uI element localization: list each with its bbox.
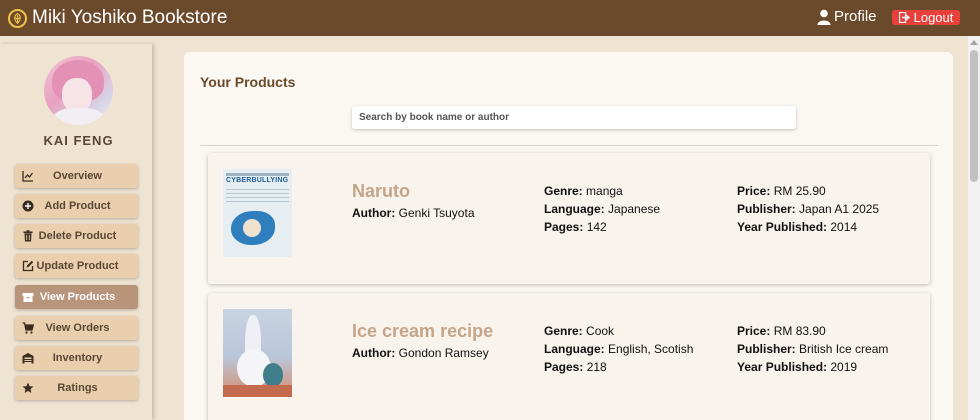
products-panel: Your Products CYBERBULLYING Naruto Autho…	[184, 52, 953, 420]
genre-label: Genre:	[544, 324, 583, 338]
sidebar-item-view-orders[interactable]: View Orders	[15, 316, 138, 340]
logout-button[interactable]: Logout	[892, 10, 960, 25]
book-cover[interactable]	[223, 309, 292, 397]
avatar	[44, 56, 113, 125]
author-value: Gondon Ramsey	[398, 346, 489, 360]
page-scrollbar[interactable]	[968, 36, 980, 420]
author-value: Genki Tsuyota	[398, 206, 475, 220]
price-label: Price:	[737, 324, 771, 338]
scroll-up-arrow-icon[interactable]	[970, 40, 978, 45]
author-label: Author:	[352, 206, 396, 220]
top-navbar: Miki Yoshiko Bookstore Profile Logout	[0, 0, 980, 36]
book-author: Author: Gondon Ramsey	[352, 344, 489, 362]
year-label: Year Published:	[737, 220, 828, 234]
price-value: RM 25.90	[773, 184, 826, 198]
sidebar-item-add-product[interactable]: Add Product	[15, 194, 138, 218]
language-label: Language:	[544, 202, 605, 216]
user-name: KAI FENG	[43, 133, 114, 148]
brand[interactable]: Miki Yoshiko Bookstore	[8, 7, 227, 29]
language-label: Language:	[544, 342, 605, 356]
plus-circle-icon	[22, 200, 34, 212]
scrollbar-thumb[interactable]	[970, 50, 978, 182]
sidebar: KAI FENG Overview Add Product Delete Pro…	[0, 44, 152, 420]
box-icon	[22, 291, 34, 303]
chart-line-icon	[22, 170, 34, 182]
book-cover[interactable]: CYBERBULLYING	[223, 169, 292, 257]
year-label: Year Published:	[737, 360, 828, 374]
profile-label: Profile	[834, 8, 877, 25]
logout-icon	[898, 12, 910, 23]
product-card[interactable]: Ice cream recipe Author: Gondon Ramsey G…	[208, 293, 930, 420]
user-icon	[817, 9, 831, 25]
sidebar-item-update-product[interactable]: Update Product	[15, 254, 138, 278]
publisher-value: British Ice cream	[799, 342, 889, 356]
page-title: Your Products	[200, 74, 296, 90]
sidebar-item-delete-product[interactable]: Delete Product	[15, 224, 138, 248]
genre-label: Genre:	[544, 184, 583, 198]
edit-icon	[22, 260, 34, 272]
book-title[interactable]: Ice cream recipe	[352, 321, 493, 342]
leaf-icon	[8, 8, 27, 28]
pages-label: Pages:	[544, 220, 584, 234]
star-icon	[22, 382, 34, 394]
profile-link[interactable]: Profile	[817, 8, 877, 25]
divider	[200, 145, 938, 146]
sidebar-item-inventory[interactable]: Inventory	[15, 346, 138, 370]
book-title[interactable]: Naruto	[352, 181, 410, 202]
cart-icon	[22, 322, 34, 334]
author-label: Author:	[352, 346, 396, 360]
genre-value: Cook	[586, 324, 615, 338]
book-author: Author: Genki Tsuyota	[352, 204, 475, 222]
publisher-value: Japan A1 2025	[799, 202, 880, 216]
product-card[interactable]: CYBERBULLYING Naruto Author: Genki Tsuyo…	[208, 153, 930, 284]
language-value: English, Scotish	[608, 342, 694, 356]
language-value: Japanese	[608, 202, 661, 216]
logout-label: Logout	[913, 10, 954, 25]
book-details: Genre: manga Language: Japanese Pages: 1…	[544, 182, 660, 236]
pages-value: 218	[586, 360, 607, 374]
search-input[interactable]	[352, 106, 796, 129]
book-sales-info: Price: RM 83.90 Publisher: British Ice c…	[737, 322, 888, 376]
year-value: 2019	[830, 360, 858, 374]
publisher-label: Publisher:	[737, 342, 796, 356]
pages-label: Pages:	[544, 360, 584, 374]
sidebar-item-view-products[interactable]: View Products	[15, 285, 138, 309]
year-value: 2014	[830, 220, 858, 234]
price-label: Price:	[737, 184, 771, 198]
app-title: Miki Yoshiko Bookstore	[32, 7, 228, 28]
sidebar-item-ratings[interactable]: Ratings	[15, 376, 138, 400]
price-value: RM 83.90	[773, 324, 826, 338]
book-sales-info: Price: RM 25.90 Publisher: Japan A1 2025…	[737, 182, 879, 236]
warehouse-icon	[22, 352, 34, 364]
pages-value: 142	[586, 220, 607, 234]
trash-icon	[22, 230, 34, 242]
genre-value: manga	[586, 184, 623, 198]
cover-title: CYBERBULLYING	[226, 177, 289, 184]
publisher-label: Publisher:	[737, 202, 796, 216]
book-details: Genre: Cook Language: English, Scotish P…	[544, 322, 693, 376]
sidebar-item-overview[interactable]: Overview	[15, 164, 138, 188]
